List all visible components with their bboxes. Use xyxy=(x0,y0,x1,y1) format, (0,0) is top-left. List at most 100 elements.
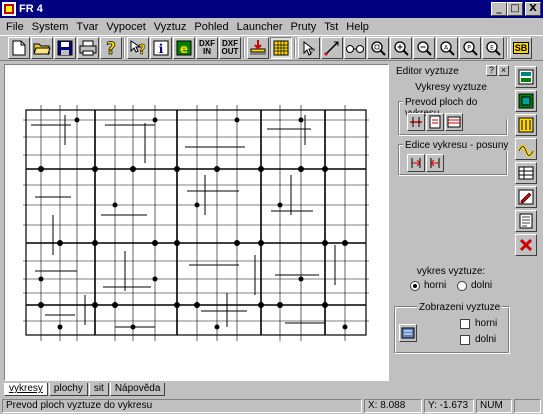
editor-title: Editor vyztuze xyxy=(396,66,459,77)
table-icon[interactable] xyxy=(515,162,537,184)
print-icon[interactable] xyxy=(77,37,99,59)
app-icon[interactable] xyxy=(2,2,16,16)
dxf-out-icon[interactable]: DXF OUT xyxy=(219,37,241,59)
chk-horni-label: horni xyxy=(475,318,498,329)
svg-text:?: ? xyxy=(106,39,116,57)
editor-close-button[interactable]: × xyxy=(498,65,509,76)
toolbar-separator xyxy=(123,38,125,58)
zoom-extents-icon[interactable]: E xyxy=(482,37,504,59)
status-x-coord: X: 8.088 xyxy=(364,399,422,413)
grid-icon[interactable] xyxy=(270,37,292,59)
chk-horni[interactable]: horni xyxy=(460,318,497,329)
chk-dolni-box[interactable] xyxy=(460,334,470,345)
status-y-coord: Y: -1.673 xyxy=(424,399,474,413)
svg-text:?: ? xyxy=(138,43,146,57)
status-empty-cell xyxy=(514,399,541,413)
save-icon[interactable] xyxy=(54,37,76,59)
radio-dolni-label: dolni xyxy=(471,280,493,291)
info-icon[interactable]: i xyxy=(150,37,172,59)
toolbar-separator xyxy=(243,38,245,58)
svg-text:e: e xyxy=(180,42,188,56)
menu-vypocet[interactable]: Vypocet xyxy=(102,21,149,33)
vykres-label: vykres vyztuze: xyxy=(416,266,486,277)
help-question-icon[interactable]: ? xyxy=(100,37,122,59)
menu-vyztuz[interactable]: Vyztuz xyxy=(150,21,191,33)
dxf-in-bottom: IN xyxy=(203,47,211,56)
select-pointer-icon[interactable] xyxy=(298,37,320,59)
new-file-icon[interactable] xyxy=(8,37,30,59)
edit-drawing-icon[interactable] xyxy=(515,186,537,208)
sb-label: SB xyxy=(512,42,530,54)
menu-tvar[interactable]: Tvar xyxy=(72,21,102,33)
dxf-in-icon[interactable]: DXF IN xyxy=(196,37,218,59)
open-folder-icon[interactable] xyxy=(31,37,53,59)
radio-dolni[interactable]: dolni xyxy=(457,280,492,291)
editor-panel: Editor vyztuze ? × Vykresy vyztuze Prevo… xyxy=(390,62,512,397)
menu-bar: File System Tvar Vypocet Vyztuz Pohled L… xyxy=(0,18,543,35)
tab-plochy[interactable]: plochy xyxy=(48,383,88,396)
plate-reinforcement-icon[interactable] xyxy=(515,90,537,112)
layers-icon[interactable] xyxy=(515,66,537,88)
menu-launcher[interactable]: Launcher xyxy=(233,21,287,33)
prevod-document-icon[interactable] xyxy=(426,113,444,131)
wave-icon[interactable] xyxy=(515,138,537,160)
drawing-canvas[interactable] xyxy=(4,64,389,381)
radio-horni-label: horni xyxy=(424,280,447,291)
editor-help-button[interactable]: ? xyxy=(486,65,497,76)
menu-help[interactable]: Help xyxy=(342,21,373,33)
main-toolbar: ? ? i e DXF IN DXF OUT A P E SB xyxy=(0,35,543,61)
reinforcement-drawing xyxy=(23,105,369,341)
dxf-out-bottom: OUT xyxy=(221,47,239,56)
menu-system[interactable]: System xyxy=(28,21,73,33)
svg-text:i: i xyxy=(159,42,164,56)
prevod-table-icon[interactable] xyxy=(445,113,463,131)
svg-text:P: P xyxy=(467,45,471,52)
menu-pruty[interactable]: Pruty xyxy=(287,21,321,33)
list-icon[interactable] xyxy=(515,210,537,232)
group-edice-label: Edice vykresu - posuny xyxy=(403,140,511,151)
zoom-window-icon[interactable] xyxy=(367,37,389,59)
svg-text:E: E xyxy=(490,45,494,52)
zoom-out-icon[interactable] xyxy=(413,37,435,59)
radio-dolni-dot[interactable] xyxy=(457,280,467,291)
radio-horni[interactable]: horni xyxy=(410,280,446,291)
edice-move-icon[interactable] xyxy=(407,154,425,172)
delete-x-icon[interactable] xyxy=(515,234,537,256)
zoom-in-icon[interactable] xyxy=(390,37,412,59)
glasses-icon[interactable] xyxy=(344,37,366,59)
status-bar: Prevod ploch vyztuze do vykresu X: 8.088… xyxy=(0,398,543,414)
tab-napoveda[interactable]: Nápověda xyxy=(109,383,166,396)
menu-pohled[interactable]: Pohled xyxy=(190,21,232,33)
zoom-all-icon[interactable]: A xyxy=(436,37,458,59)
menu-tst[interactable]: Tst xyxy=(320,21,342,33)
toolbar-separator xyxy=(294,38,296,58)
window-controls: _ □ X xyxy=(491,2,541,16)
title-bar: FR 4 _ □ X xyxy=(0,0,543,18)
close-button[interactable]: X xyxy=(525,2,541,16)
sb-icon[interactable]: SB xyxy=(510,37,532,59)
status-message: Prevod ploch vyztuze do vykresu xyxy=(2,399,362,413)
editor-header: Editor vyztuze ? × xyxy=(390,64,512,80)
edice-move-back-icon[interactable] xyxy=(426,154,444,172)
bars-icon[interactable] xyxy=(515,114,537,136)
chk-dolni[interactable]: dolni xyxy=(460,334,496,345)
chk-horni-box[interactable] xyxy=(460,318,470,329)
internet-explorer-icon[interactable]: e xyxy=(173,37,195,59)
minimize-button[interactable]: _ xyxy=(491,2,507,16)
load-icon[interactable] xyxy=(247,37,269,59)
window-title: FR 4 xyxy=(19,3,43,15)
menu-file[interactable]: File xyxy=(2,21,28,33)
toolbar-separator xyxy=(506,38,508,58)
tab-vykresy[interactable]: vykresy xyxy=(4,383,48,396)
status-num: NUM xyxy=(476,399,512,413)
context-help-icon[interactable]: ? xyxy=(127,37,149,59)
group-zobrazeni-label: Zobrazeni vyztuze xyxy=(417,302,503,313)
prevod-split-icon[interactable] xyxy=(407,113,425,131)
radio-horni-dot[interactable] xyxy=(410,280,420,291)
zobrazeni-view-icon[interactable] xyxy=(399,324,417,342)
draw-line-icon[interactable] xyxy=(321,37,343,59)
tab-sit[interactable]: sit xyxy=(88,383,109,396)
maximize-button[interactable]: □ xyxy=(507,2,523,16)
chk-dolni-label: dolni xyxy=(475,334,497,345)
zoom-previous-icon[interactable]: P xyxy=(459,37,481,59)
